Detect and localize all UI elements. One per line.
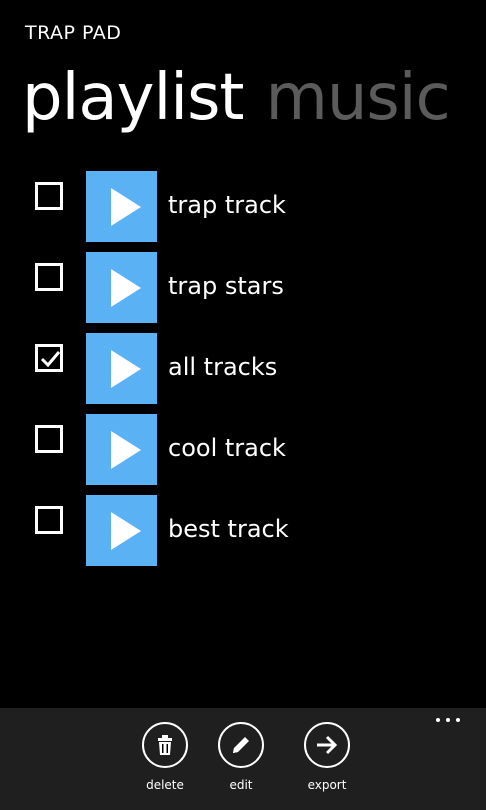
play-icon [111,512,141,550]
play-icon [111,350,141,388]
trash-icon [158,735,172,755]
app-bar: delete edit export [0,708,486,810]
track-item[interactable]: trap stars [0,252,486,323]
track-item[interactable]: trap track [0,171,486,242]
app-title: TRAP PAD [25,22,122,44]
play-button[interactable] [86,414,157,485]
edit-label: edit [229,778,253,792]
edit-button[interactable]: edit [206,722,276,802]
track-checkbox[interactable] [35,344,63,372]
arrow-right-icon [317,735,338,755]
play-button[interactable] [86,252,157,323]
tab-playlist[interactable]: playlist [22,56,244,140]
pivot-header: playlist music [22,56,451,140]
play-icon [111,431,141,469]
play-button[interactable] [86,495,157,566]
track-checkbox[interactable] [35,182,63,210]
export-button[interactable]: export [292,722,362,802]
play-icon [111,188,141,226]
delete-label: delete [146,778,184,792]
checkmark-icon [40,351,61,368]
track-item[interactable]: best track [0,495,486,566]
app-root: TRAP PAD playlist music trap track trap s… [0,0,486,810]
track-name[interactable]: trap stars [168,272,284,300]
export-label: export [307,778,347,792]
tab-music[interactable]: music [266,56,451,140]
ellipsis-icon[interactable] [436,714,464,724]
track-checkbox[interactable] [35,506,63,534]
play-icon [111,269,141,307]
track-checkbox[interactable] [35,425,63,453]
track-name[interactable]: best track [168,515,289,543]
track-item[interactable]: all tracks [0,333,486,404]
delete-button[interactable]: delete [130,722,200,802]
track-name[interactable]: all tracks [168,353,277,381]
pencil-icon [233,737,249,753]
track-checkbox[interactable] [35,263,63,291]
play-button[interactable] [86,333,157,404]
track-item[interactable]: cool track [0,414,486,485]
track-name[interactable]: cool track [168,434,286,462]
play-button[interactable] [86,171,157,242]
track-name[interactable]: trap track [168,191,286,219]
